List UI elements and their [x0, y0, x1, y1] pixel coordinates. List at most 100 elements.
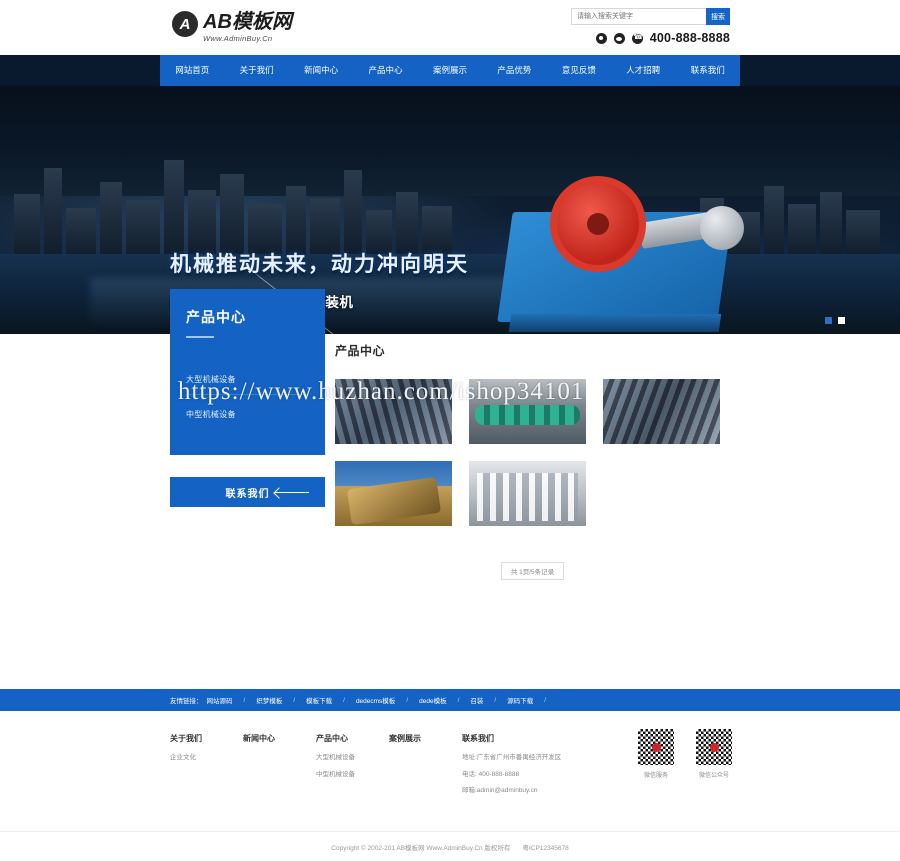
nav-item-home[interactable]: 网站首页 [160, 55, 224, 86]
footer-col-title: 案例展示 [389, 733, 462, 744]
friend-link-sep: / [406, 697, 408, 704]
search-box[interactable]: 搜索 [571, 8, 730, 25]
nav-item-about[interactable]: 关于我们 [224, 55, 288, 86]
footer-col-products: 产品中心 大型机械设备 中型机械设备 [316, 733, 389, 805]
qrcode-official: 微信公众号 [696, 729, 732, 779]
copyright-bar: Copyright © 2002-201 AB模板网 Www.AdminBuy.… [0, 831, 900, 861]
icp-number: 粤ICP12345678 [522, 842, 568, 852]
nav-item-cases[interactable]: 案例展示 [418, 55, 482, 86]
friend-link-sep: / [494, 697, 496, 704]
search-input[interactable] [571, 8, 706, 25]
footer-col-cases: 案例展示 [389, 733, 462, 805]
friend-link-1[interactable]: 网站源码 [207, 695, 233, 705]
friend-link-2[interactable]: 织梦模板 [256, 695, 282, 705]
site-header: A AB模板网 Www.AdminBuy.Cn 搜索 400-888-8888 [0, 0, 900, 55]
friend-link-6[interactable]: 召装 [470, 695, 483, 705]
sidebar: 产品中心 大型机械设备 中型机械设备 联系我们 [170, 289, 325, 507]
header-phone-number: 400-888-8888 [650, 31, 730, 45]
sidebar-category-list: 大型机械设备 中型机械设备 [186, 360, 309, 429]
qrcode-service: 微信服务 [638, 729, 674, 779]
footer-address: 地址:广东省广州市番禺经济开发区 [462, 755, 590, 762]
sidebar-item-label[interactable]: 中型机械设备 [186, 410, 236, 419]
friend-link-3[interactable]: 模板下载 [306, 695, 332, 705]
page-root: A AB模板网 Www.AdminBuy.Cn 搜索 400-888-8888 … [0, 0, 900, 787]
sidebar-panel: 产品中心 大型机械设备 中型机械设备 [170, 289, 325, 455]
product-card-1[interactable] [335, 379, 452, 444]
qrcode-caption: 微信公众号 [696, 770, 732, 779]
weibo-icon[interactable] [596, 33, 607, 44]
friend-links-bar: 友情链接： 网站源码 / 织梦模板 / 模板下载 / dedecms模板 / d… [0, 689, 900, 711]
pagination: 共 1页/5条记录 [335, 562, 730, 580]
product-thumb-4[interactable] [335, 461, 452, 526]
footer-col-title: 新闻中心 [243, 733, 316, 744]
qrcode-icon [696, 729, 732, 765]
header-contact: 400-888-8888 [596, 31, 730, 45]
friend-links-label: 友情链接： [170, 695, 203, 705]
content-area: 产品中心 共 1页/5条记录 [335, 342, 730, 580]
hero-banner: 机械推动未来，动力冲向明天 LW-F100/200辊封粉剂包装机 [0, 86, 900, 334]
main-section: 产品中心 大型机械设备 中型机械设备 联系我们 产品中心 [160, 334, 740, 689]
main-nav: 网站首页 关于我们 新闻中心 产品中心 案例展示 产品优势 意见反馈 人才招聘 … [160, 55, 740, 86]
nav-item-news[interactable]: 新闻中心 [289, 55, 353, 86]
footer-tel: 电话: 400-888-8888 [462, 772, 590, 779]
hero-cityscape [0, 136, 900, 256]
nav-item-products[interactable]: 产品中心 [353, 55, 417, 86]
hero-slider-dots [825, 317, 845, 324]
qrcode-icon [638, 729, 674, 765]
footer-col-contact: 联系我们 地址:广东省广州市番禺经济开发区 电话: 400-888-8888 邮… [462, 733, 590, 805]
product-thumb-2[interactable] [469, 379, 586, 444]
friend-link-sep: / [244, 697, 246, 704]
logo-badge-icon: A [172, 11, 198, 37]
sidebar-contact-label: 联系我们 [226, 485, 270, 500]
wechat-icon[interactable] [614, 33, 625, 44]
site-logo[interactable]: A AB模板网 Www.AdminBuy.Cn [172, 11, 292, 43]
product-grid [335, 379, 730, 526]
product-card-2[interactable] [469, 379, 586, 444]
footer-link-culture[interactable]: 企业文化 [170, 755, 243, 762]
nav-item-contact[interactable]: 联系我们 [676, 55, 740, 86]
product-thumb-3[interactable] [603, 379, 720, 444]
footer-qrcodes: 微信服务 微信公众号 [638, 729, 732, 779]
hero-dot-2[interactable] [838, 317, 845, 324]
friend-link-sep: / [544, 697, 546, 704]
footer-link-medium-equipment[interactable]: 中型机械设备 [316, 772, 389, 779]
pagination-info: 共 1页/5条记录 [501, 562, 564, 580]
product-thumb-5[interactable] [469, 461, 586, 526]
product-thumb-1[interactable] [335, 379, 452, 444]
friend-link-sep: / [458, 697, 460, 704]
friend-link-7[interactable]: 源码下载 [507, 695, 533, 705]
search-button[interactable]: 搜索 [706, 8, 730, 25]
sidebar-item-medium-equipment[interactable]: 中型机械设备 [186, 395, 309, 429]
sidebar-rule [186, 336, 214, 338]
hero-dot-1[interactable] [825, 317, 832, 324]
product-card-4[interactable] [335, 461, 452, 526]
sidebar-contact-button[interactable]: 联系我们 [170, 477, 325, 507]
phone-icon [632, 33, 643, 44]
friend-link-5[interactable]: dede模板 [419, 695, 446, 705]
main-nav-strip: 网站首页 关于我们 新闻中心 产品中心 案例展示 产品优势 意见反馈 人才招聘 … [0, 55, 900, 86]
qrcode-caption: 微信服务 [638, 770, 674, 779]
sidebar-title: 产品中心 [186, 307, 309, 327]
nav-item-jobs[interactable]: 人才招聘 [611, 55, 675, 86]
nav-item-advantage[interactable]: 产品优势 [482, 55, 546, 86]
footer-link-large-equipment[interactable]: 大型机械设备 [316, 755, 389, 762]
site-footer: 关于我们 企业文化 新闻中心 产品中心 大型机械设备 中型机械设备 案例展示 联… [0, 711, 900, 831]
footer-email: 邮箱:admin@adminbuy.cn [462, 788, 590, 795]
friend-link-sep: / [343, 697, 345, 704]
footer-col-title: 产品中心 [316, 733, 389, 744]
friend-link-4[interactable]: dedecms模板 [356, 695, 395, 705]
hero-headline: 机械推动未来，动力冲向明天 [170, 248, 469, 278]
friend-link-sep: / [293, 697, 295, 704]
page-title: 产品中心 [335, 342, 730, 359]
sidebar-item-label[interactable]: 大型机械设备 [186, 375, 236, 384]
product-card-5[interactable] [469, 461, 586, 526]
product-card-3[interactable] [603, 379, 720, 444]
logo-title: AB模板网 [203, 12, 292, 32]
hero-machine-illustration [465, 164, 765, 334]
logo-subtitle: Www.AdminBuy.Cn [203, 35, 292, 43]
footer-col-title: 关于我们 [170, 733, 243, 744]
footer-col-title: 联系我们 [462, 733, 590, 744]
nav-item-feedback[interactable]: 意见反馈 [547, 55, 611, 86]
sidebar-item-large-equipment[interactable]: 大型机械设备 [186, 360, 309, 395]
copyright-text: Copyright © 2002-201 AB模板网 Www.AdminBuy.… [331, 842, 510, 852]
